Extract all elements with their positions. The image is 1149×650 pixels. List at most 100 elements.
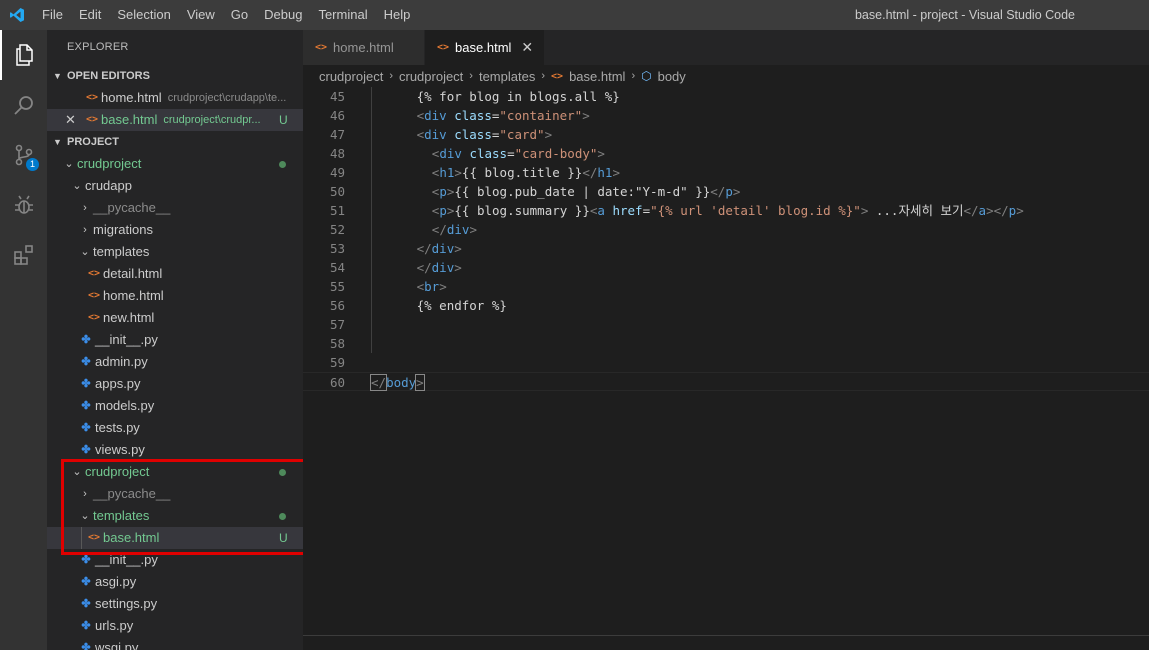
breadcrumb-item[interactable]: crudproject xyxy=(319,69,383,84)
open-editors-section[interactable]: ▼ OPEN EDITORS xyxy=(47,65,303,87)
code-line[interactable]: 45 {% for blog in blogs.all %} xyxy=(303,87,1149,106)
breadcrumb-item[interactable]: base.html xyxy=(569,69,625,84)
menu-terminal[interactable]: Terminal xyxy=(310,0,375,30)
code-token: class xyxy=(469,146,508,161)
tab-home-html[interactable]: <> home.html xyxy=(303,30,425,65)
breadcrumb-item[interactable]: crudproject xyxy=(399,69,463,84)
tree-file-apps-py[interactable]: ✤ apps.py xyxy=(47,373,303,395)
tree-file-new-html[interactable]: <> new.html xyxy=(47,307,303,329)
close-icon[interactable]: ✕ xyxy=(521,39,533,56)
tree-file-init-py[interactable]: ✤ __init__.py xyxy=(47,329,303,351)
tree-file-home-html[interactable]: <> home.html xyxy=(47,285,303,307)
code-text: <div class="card-body"> xyxy=(432,144,605,163)
code-line[interactable]: 51 <p>{{ blog.summary }}<a href="{% url '… xyxy=(303,201,1149,220)
python-file-icon: ✤ xyxy=(81,642,91,650)
menu-debug[interactable]: Debug xyxy=(256,0,310,30)
explorer-icon[interactable] xyxy=(0,30,47,80)
code-token: </ xyxy=(431,222,447,237)
tree-folder-crudapp[interactable]: ⌄ crudapp xyxy=(47,175,303,197)
vscode-logo-icon xyxy=(0,0,34,30)
menu-go[interactable]: Go xyxy=(223,0,256,30)
tree-folder-crudproject[interactable]: ⌄ crudproject xyxy=(47,153,303,175)
debug-icon[interactable] xyxy=(0,180,47,230)
tree-file-admin-py[interactable]: ✤ admin.py xyxy=(47,351,303,373)
tree-file-asgi-py[interactable]: ✤ asgi.py xyxy=(47,571,303,593)
code-token: {{ blog.summary }} xyxy=(454,203,590,218)
tree-file-wsgi-py[interactable]: ✤ wsgi.py xyxy=(47,637,303,650)
menu-file[interactable]: File xyxy=(34,0,71,30)
source-control-icon[interactable]: 1 xyxy=(0,130,47,180)
python-file-icon: ✤ xyxy=(81,598,91,610)
code-token: p xyxy=(725,184,733,199)
tree-file-urls-py[interactable]: ✤ urls.py xyxy=(47,615,303,637)
code-token: body xyxy=(386,375,417,390)
tab-base-html[interactable]: <> base.html ✕ xyxy=(425,30,545,65)
chevron-down-icon: ▼ xyxy=(53,71,62,81)
code-line[interactable]: 55 <br> xyxy=(303,277,1149,296)
line-number: 45 xyxy=(329,89,345,104)
menu-help[interactable]: Help xyxy=(376,0,419,30)
tree-file-tests-py[interactable]: ✤ tests.py xyxy=(47,417,303,439)
extensions-icon[interactable] xyxy=(0,230,47,280)
code-line[interactable]: 60 </body> xyxy=(303,372,1149,391)
code-token: div xyxy=(431,260,455,275)
python-file-icon: ✤ xyxy=(81,356,91,368)
code-line[interactable]: 50 <p>{{ blog.pub_date | date:"Y-m-d" }}<… xyxy=(303,182,1149,201)
menu-selection[interactable]: Selection xyxy=(109,0,178,30)
code-line[interactable]: 46 <div class="container"> xyxy=(303,106,1149,125)
code-line[interactable]: 58 xyxy=(303,334,1149,353)
code-line[interactable]: 48 <div class="card-body"> xyxy=(303,144,1149,163)
code-token: </ xyxy=(369,374,388,391)
code-token: "card" xyxy=(499,127,545,142)
search-icon[interactable] xyxy=(0,80,47,130)
code-line[interactable]: 47 <div class="card"> xyxy=(303,125,1149,144)
breadcrumb-item[interactable]: body xyxy=(658,69,686,84)
code-token: < xyxy=(416,108,425,123)
tree-file-views-py[interactable]: ✤ views.py xyxy=(47,439,303,461)
code-line[interactable]: 54 </div> xyxy=(303,258,1149,277)
open-editor-base[interactable]: ✕ <> base.html crudproject\crudpr... U xyxy=(47,109,303,131)
menu-edit[interactable]: Edit xyxy=(71,0,109,30)
tree-label: detail.html xyxy=(103,266,163,281)
close-icon[interactable]: ✕ xyxy=(65,109,83,131)
explorer-title: EXPLORER xyxy=(67,41,129,53)
code-line[interactable]: 59 xyxy=(303,353,1149,372)
tree-file-detail-html[interactable]: <> detail.html xyxy=(47,263,303,285)
code-token: > xyxy=(469,222,477,237)
tree-label: models.py xyxy=(95,398,155,413)
html-file-icon: <> xyxy=(87,290,101,301)
tree-folder-pycache[interactable]: › __pycache__ xyxy=(47,197,303,219)
chevron-right-icon: › xyxy=(83,224,87,236)
chevron-down-icon: ▼ xyxy=(53,137,62,147)
code-token: "{% url 'detail' blog.id %}" xyxy=(650,203,861,218)
menu-view[interactable]: View xyxy=(179,0,223,30)
title-bar: File Edit Selection View Go Debug Termin… xyxy=(0,0,1149,30)
code-token: div xyxy=(431,241,455,256)
code-line[interactable]: 56 {% endfor %} xyxy=(303,296,1149,315)
code-token: p xyxy=(439,184,447,199)
code-token: = xyxy=(642,203,651,218)
open-editor-home[interactable]: <> home.html crudproject\crudapp\te... xyxy=(47,87,303,109)
breadcrumb-item[interactable]: templates xyxy=(479,69,535,84)
project-section[interactable]: ▼ PROJECT xyxy=(47,131,303,153)
line-number: 56 xyxy=(329,298,345,313)
tree-folder-migrations[interactable]: › migrations xyxy=(47,219,303,241)
code-token: </ xyxy=(416,260,432,275)
code-editor[interactable]: 45 {% for blog in blogs.all %} 46 <div clas… xyxy=(303,87,1149,635)
code-line[interactable]: 49 <h1>{{ blog.title }}</h1> xyxy=(303,163,1149,182)
code-token: div xyxy=(439,146,462,161)
code-token: {{ blog.title }} xyxy=(461,165,583,180)
tree-file-models-py[interactable]: ✤ models.py xyxy=(47,395,303,417)
html-file-icon: <> xyxy=(87,268,101,279)
chevron-right-icon: › xyxy=(541,70,546,82)
html-file-icon: <> xyxy=(315,42,328,53)
tree-folder-templates[interactable]: ⌄ templates xyxy=(47,241,303,263)
code-text: <br> xyxy=(417,277,447,296)
code-line[interactable]: 53 </div> xyxy=(303,239,1149,258)
tree-file-settings-py[interactable]: ✤ settings.py xyxy=(47,593,303,615)
editor-tab-bar: <> home.html <> base.html ✕ xyxy=(303,30,1149,65)
code-line[interactable]: 57 xyxy=(303,315,1149,334)
code-line[interactable]: 52 </div> xyxy=(303,220,1149,239)
tree-label: admin.py xyxy=(95,354,148,369)
code-token: a xyxy=(978,203,987,218)
